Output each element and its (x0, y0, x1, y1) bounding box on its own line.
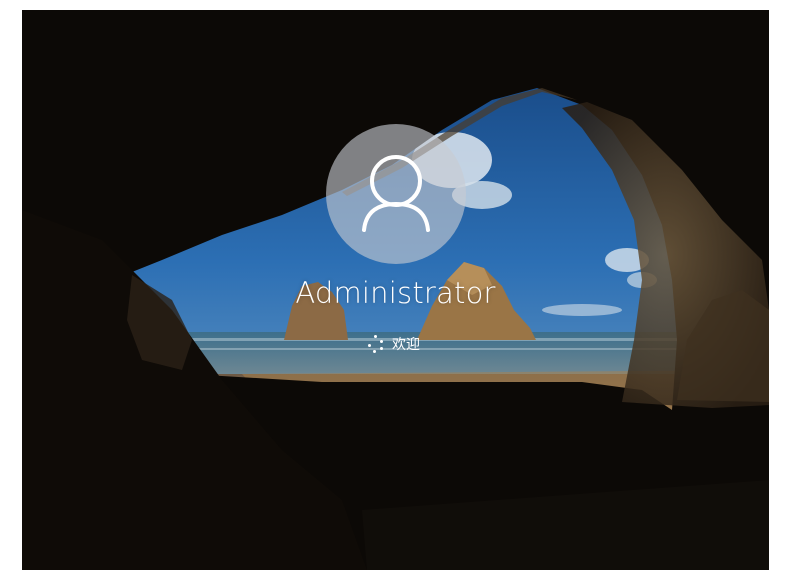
login-status: 欢迎 (342, 332, 452, 354)
user-avatar[interactable] (326, 124, 466, 264)
user-silhouette-icon (362, 155, 430, 232)
username-label: Administrator (295, 276, 496, 310)
lock-screen: Administrator 欢迎 (22, 10, 769, 570)
loading-spinner-icon (368, 335, 384, 353)
status-text: 欢迎 (392, 337, 420, 353)
